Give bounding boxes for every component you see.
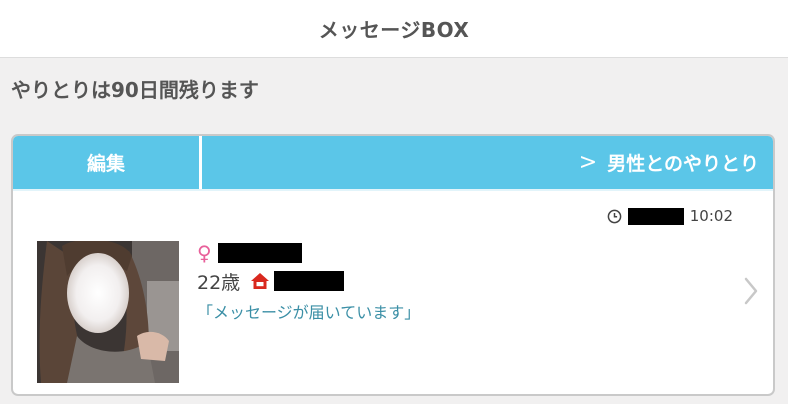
chevron-right-icon	[744, 277, 758, 305]
page-title: メッセージBOX	[318, 18, 470, 42]
redacted-date	[627, 207, 684, 225]
top-header: メッセージBOX	[0, 0, 788, 58]
sender-age: 22歳	[197, 271, 241, 294]
female-icon: ♀	[197, 241, 212, 265]
sender-info: ♀ 22歳 「メッセージが届いています」	[197, 241, 420, 323]
message-list-item[interactable]: 10:02 ♀ 22歳 「メッセージが届いています」	[13, 191, 773, 394]
clock-icon	[607, 209, 622, 223]
message-timestamp: 10:02	[607, 207, 733, 225]
message-time: 10:02	[689, 207, 733, 225]
tab-bar: 編集 > 男性とのやりとり	[13, 136, 773, 189]
message-preview: 「メッセージが届いています」	[197, 303, 421, 322]
redacted-location	[274, 271, 345, 291]
home-icon	[251, 273, 270, 289]
message-card: 編集 > 男性とのやりとり 10:02 ♀ 22歳 「メッセージが届いています」	[11, 134, 775, 396]
tab-male-conversations[interactable]: > 男性とのやりとり	[202, 136, 773, 189]
chevron-icon: >	[578, 150, 598, 175]
edit-button[interactable]: 編集	[13, 136, 202, 189]
retention-notice: やりとりは90日間残ります	[11, 78, 259, 102]
tab-male-label: 男性とのやりとり	[607, 153, 759, 175]
redacted-name	[217, 243, 302, 263]
avatar	[37, 241, 179, 383]
